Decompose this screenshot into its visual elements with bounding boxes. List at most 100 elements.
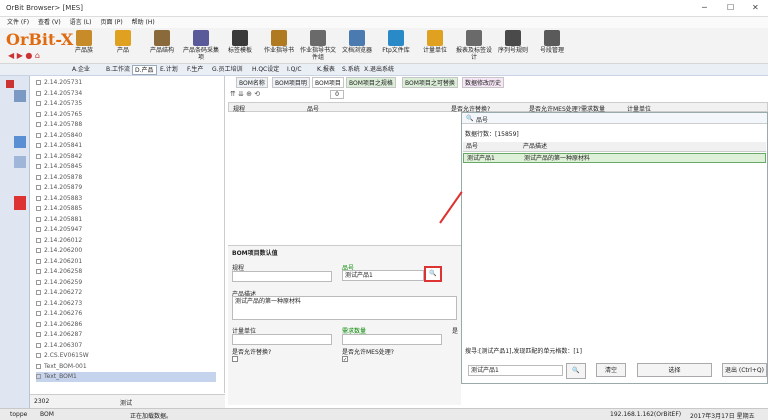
expand-icon[interactable] [36,374,41,379]
tree-item[interactable]: 2.14.205878 [36,173,82,183]
tree-item[interactable]: 2.14.205842 [36,152,82,162]
expand-icon[interactable] [36,342,41,348]
toolbar-btn-5[interactable]: 作业指导书 [259,30,299,54]
toolbar-btn-7[interactable]: 文档浏览器 [337,30,377,54]
nav-tab-3[interactable]: E.计划 [158,65,180,75]
toolbar-btn-0[interactable]: 产品族 [64,30,104,54]
expand-icon[interactable] [36,216,41,222]
tree-item[interactable]: 2.14.206287 [36,330,82,340]
nav-tab-7[interactable]: I.Q/C [285,65,304,75]
expand-icon[interactable] [36,237,41,243]
expand-icon[interactable] [36,279,41,285]
nav-tab-0[interactable]: A.企业 [70,65,92,75]
nav-tab-4[interactable]: F.生产 [185,65,205,75]
expand-icon[interactable] [36,332,41,337]
tree-item[interactable]: 2.14.206276 [36,309,82,319]
expand-icon[interactable] [36,269,41,274]
tree-item[interactable]: 2.14.205883 [36,194,82,204]
nav-tab-1[interactable]: B.工作流 [104,65,132,75]
expand-icon[interactable] [36,111,41,117]
tree-item[interactable]: 2.14.206286 [36,320,82,330]
toolbar-btn-3[interactable]: 产品条码采集项 [181,30,221,61]
spec-select[interactable] [232,271,332,282]
chart-icon[interactable] [14,156,26,168]
expand-icon[interactable] [36,290,41,295]
toolbar-btn-8[interactable]: Ftp文件库 [376,30,416,54]
tree-item[interactable]: 2.14.205885 [36,204,82,214]
tree-item[interactable]: 2.14.206272 [36,288,82,298]
menu-language[interactable]: 语言 (L) [70,17,92,28]
workflow-icon[interactable] [14,136,26,148]
qty-field[interactable] [342,334,442,345]
tree-item[interactable]: 2.14.205765 [36,110,82,120]
nav-tab-9[interactable]: S.系统 [340,65,362,75]
nav-tab-10[interactable]: X.退出系统 [362,65,396,75]
detail-tab-2[interactable]: BOM项目 [312,77,344,88]
menu-view[interactable]: 查看 (V) [38,17,61,28]
toolbar-btn-4[interactable]: 标签模板 [220,30,260,54]
unit-field[interactable] [232,334,332,345]
nav-tab-2[interactable]: D.产品 [132,65,157,75]
tree-item[interactable]: 2.14.205731 [36,78,82,88]
menu-file[interactable]: 文件 (F) [7,17,29,28]
tree-item[interactable]: 2.14.206307 [36,341,82,351]
toolbar-btn-9[interactable]: 计量单位 [415,30,455,54]
nav-arrows-icon[interactable]: ◀ ▶ ● ⌂ [8,51,40,60]
tree-item[interactable]: 2.14.206200 [36,246,82,256]
grid-col-header[interactable]: 规程 [233,104,245,113]
expand-icon[interactable] [36,300,41,306]
toolbar-btn-11[interactable]: 序列号规则 [493,30,533,54]
expand-icon[interactable] [36,195,41,201]
expand-icon[interactable] [36,101,41,106]
tree-item[interactable]: 2.14.205840 [36,131,82,141]
mes-checkbox[interactable]: ✓ [342,356,348,363]
expand-icon[interactable] [36,132,41,138]
expand-icon[interactable] [36,174,41,180]
tree-item[interactable]: 2.14.205841 [36,141,82,151]
replace-checkbox[interactable] [232,356,238,362]
popup-result-row[interactable]: 测试产品1 测试产品的第一种原材料 [463,153,766,163]
tree-item[interactable]: 2.14.205845 [36,162,82,172]
expand-icon[interactable] [36,164,41,169]
toolbar-btn-10[interactable]: 报表及标签设计 [454,30,494,61]
tree-item[interactable]: 2.14.205788 [36,120,82,130]
nav-tab-8[interactable]: K.报表 [315,65,337,75]
detail-tab-1[interactable]: BOM项目明 [272,77,310,88]
expand-icon[interactable] [36,90,41,96]
grid-col-header[interactable]: 品号 [307,104,319,113]
tree-item[interactable]: 2.14.205879 [36,183,82,193]
desc-field[interactable]: 测试产品的第一种原材料 [232,296,457,320]
expand-icon[interactable] [36,258,41,264]
detail-tab-5[interactable]: 数据修改历史 [462,77,505,88]
toolbar-btn-1[interactable]: 产品 [103,30,143,54]
dock-icon[interactable] [14,90,26,102]
expand-icon[interactable] [36,206,41,211]
code-lookup-button[interactable]: 🔍 [424,266,442,282]
popup-select-button[interactable]: 选择 [637,363,712,377]
tree-item[interactable]: Text_BOM-001 [36,362,87,372]
expand-icon[interactable] [36,321,41,327]
tree-item[interactable]: 2.14.205947 [36,225,82,235]
popup-search-button[interactable]: 🔍 [566,363,586,379]
detail-tab-4[interactable]: BOM项目之可替换 [402,77,458,88]
power-icon[interactable] [14,196,26,210]
tree-item[interactable]: 2.14.206201 [36,257,82,267]
close-icon[interactable]: ✕ [752,3,759,12]
expand-icon[interactable] [36,143,41,148]
pin-icon[interactable] [6,80,14,88]
tree-item[interactable]: 2.14.206012 [36,236,82,246]
expand-icon[interactable] [36,353,41,358]
minimize-icon[interactable]: ─ [702,3,707,12]
detail-tab-3[interactable]: BOM项目之规格 [346,77,396,88]
tree-item[interactable]: 2.CS.EV0615W [36,351,89,361]
tree-item[interactable]: 2.14.205734 [36,89,82,99]
nav-tab-6[interactable]: H.QC设定 [250,65,281,75]
maximize-icon[interactable]: ☐ [727,3,734,12]
popup-clear-button[interactable]: 清空 [596,363,626,377]
expand-icon[interactable] [36,122,41,127]
tree-item[interactable]: 2.14.205881 [36,215,82,225]
popup-search-input[interactable]: 测试产品1 [468,365,563,376]
menu-page[interactable]: 页面 (P) [100,17,122,28]
expand-icon[interactable] [36,153,41,159]
toolbar-btn-6[interactable]: 作业指导书文件组 [298,30,338,61]
